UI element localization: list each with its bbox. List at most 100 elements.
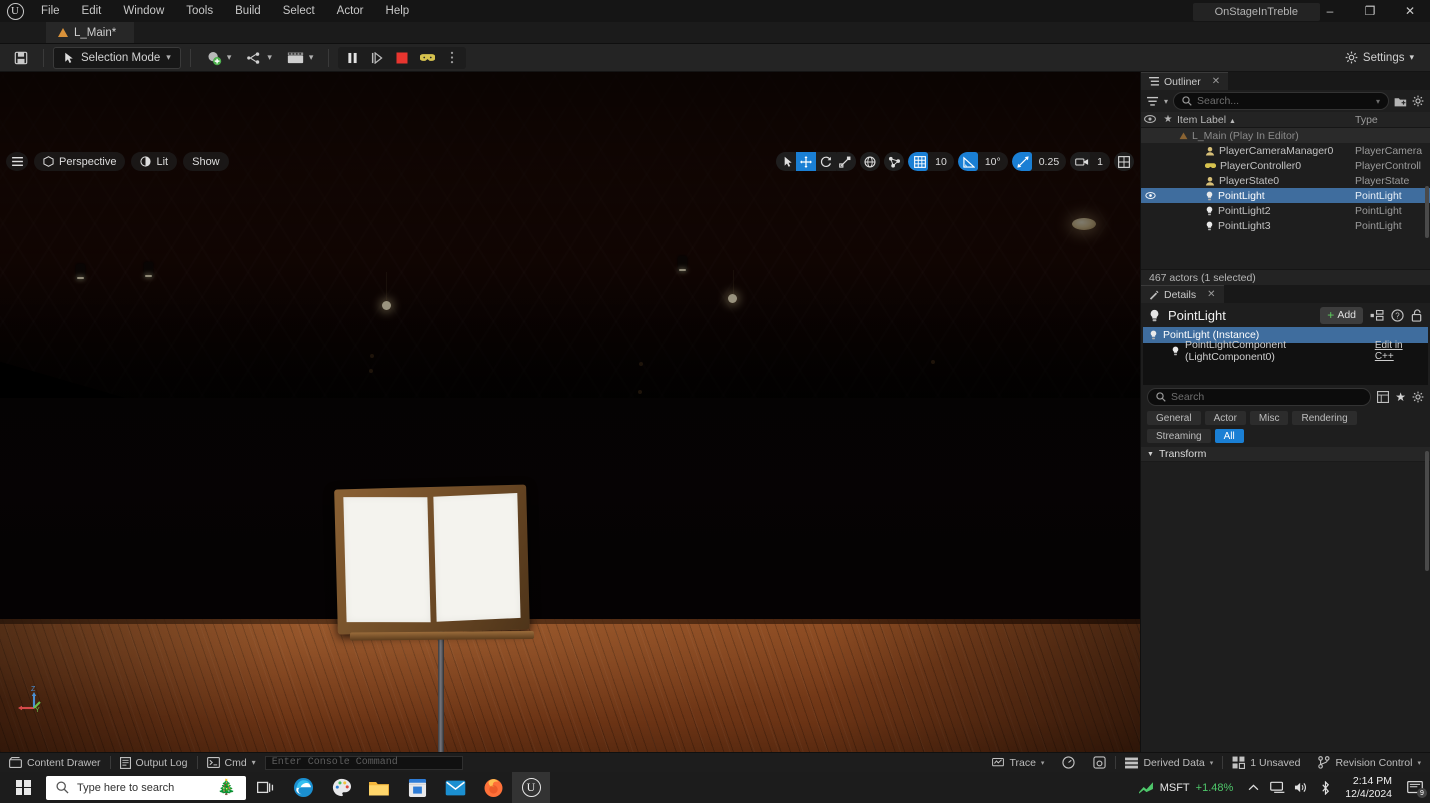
outliner-tree[interactable]: L_Main (Play In Editor) PlayerCameraManag…: [1141, 128, 1430, 269]
more-options-button[interactable]: [440, 48, 464, 68]
menu-build[interactable]: Build: [224, 2, 272, 20]
outliner-row-pointlight2[interactable]: PointLight2 PointLight: [1141, 203, 1430, 218]
columns-icon[interactable]: [1377, 391, 1390, 403]
tab-details[interactable]: Details ✕: [1141, 285, 1224, 303]
christmas-tree-icon[interactable]: 🎄: [217, 780, 236, 795]
surface-snap-button[interactable]: [884, 152, 905, 171]
mail-app-button[interactable]: [436, 772, 474, 803]
details-scrollbar[interactable]: [1425, 451, 1429, 571]
component-layout-icon[interactable]: [1370, 309, 1384, 321]
camera-mode-button[interactable]: Perspective: [34, 152, 126, 171]
menu-window[interactable]: Window: [112, 2, 175, 20]
outliner-row-playerstate0[interactable]: PlayerState0 PlayerState: [1141, 173, 1430, 188]
camera-speed-button[interactable]: [1070, 152, 1091, 171]
start-button[interactable]: [0, 772, 46, 803]
rotate-tool-button[interactable]: [816, 152, 837, 171]
grid-snap-value[interactable]: 10: [928, 152, 954, 171]
category-transform[interactable]: ▼ Transform: [1141, 447, 1430, 462]
filter-chip-general[interactable]: General: [1147, 411, 1201, 425]
taskbar-clock[interactable]: 2:14 PM 12/4/2024: [1337, 775, 1400, 801]
angle-snap-value[interactable]: 10°: [978, 152, 1008, 171]
taskbar-search-input[interactable]: Type here to search 🎄: [46, 775, 246, 800]
settings-button[interactable]: Settings ▾: [1339, 47, 1420, 69]
frame-advance-button[interactable]: [365, 48, 389, 68]
filter-chip-streaming[interactable]: Streaming: [1147, 429, 1211, 443]
menu-edit[interactable]: Edit: [71, 2, 113, 20]
microsoft-store-app-button[interactable]: [398, 772, 436, 803]
angle-snap-button[interactable]: [957, 152, 978, 171]
blueprints-button[interactable]: ▾: [240, 47, 278, 69]
memory-button[interactable]: [1084, 754, 1115, 772]
tab-l-main[interactable]: L_Main*: [46, 21, 135, 43]
add-component-button[interactable]: + Add: [1320, 306, 1363, 324]
filter-chip-all[interactable]: All: [1214, 429, 1244, 443]
maximize-button[interactable]: ❐: [1350, 0, 1390, 22]
star-icon[interactable]: ★: [1159, 114, 1177, 125]
menu-select[interactable]: Select: [272, 2, 326, 20]
output-log-button[interactable]: Output Log: [111, 754, 197, 772]
file-explorer-app-button[interactable]: [360, 772, 398, 803]
select-tool-button[interactable]: [776, 152, 797, 171]
outliner-row-playercontroller0[interactable]: PlayerController0 PlayerControll: [1141, 158, 1430, 173]
performance-button[interactable]: [1053, 754, 1084, 772]
outliner-row-pointlight[interactable]: PointLight PointLight: [1141, 188, 1430, 203]
volume-button[interactable]: [1289, 772, 1313, 803]
menu-tools[interactable]: Tools: [175, 2, 224, 20]
trace-button[interactable]: Trace ▾: [983, 754, 1053, 772]
eye-icon[interactable]: [1141, 114, 1159, 126]
camera-speed-value[interactable]: 1: [1090, 152, 1110, 171]
lighting-mode-button[interactable]: Lit: [131, 152, 178, 171]
column-type[interactable]: Type: [1355, 114, 1430, 126]
component-row[interactable]: PointLightComponent (LightComponent0) Edi…: [1143, 339, 1428, 363]
outliner-row-playercameramanager0[interactable]: PlayerCameraManager0 PlayerCamera: [1141, 143, 1430, 158]
help-icon[interactable]: ?: [1391, 308, 1404, 322]
level-viewport[interactable]: Perspective Lit Show 10 10° 0.25 1 Y Z: [0, 72, 1140, 752]
menu-file[interactable]: File: [30, 2, 71, 20]
save-button[interactable]: [8, 47, 34, 69]
revision-control-button[interactable]: Revision Control ▾: [1309, 754, 1430, 772]
scale-snap-button[interactable]: [1011, 152, 1032, 171]
filter-chip-rendering[interactable]: Rendering: [1292, 411, 1357, 425]
show-flags-button[interactable]: Show: [183, 152, 229, 171]
firefox-app-button[interactable]: [474, 772, 512, 803]
cmd-dropdown[interactable]: Cmd ▾: [198, 754, 265, 772]
row-visibility-toggle[interactable]: [1141, 192, 1159, 199]
outliner-scrollbar[interactable]: [1425, 186, 1429, 238]
filter-icon[interactable]: [1147, 96, 1159, 107]
close-button[interactable]: ✕: [1390, 0, 1430, 22]
column-item-label[interactable]: Item Label ▲: [1177, 114, 1355, 126]
viewport-layout-button[interactable]: [1114, 152, 1134, 171]
translate-tool-button[interactable]: [796, 152, 817, 171]
menu-actor[interactable]: Actor: [326, 2, 375, 20]
stop-button[interactable]: [390, 48, 414, 68]
filter-chip-misc[interactable]: Misc: [1249, 411, 1289, 425]
chevron-down-icon[interactable]: ▾: [1376, 97, 1380, 106]
derived-data-button[interactable]: Derived Data ▾: [1116, 754, 1222, 772]
outliner-search-input[interactable]: Search... ▾: [1173, 92, 1389, 110]
outliner-row-pointlight3[interactable]: PointLight3 PointLight: [1141, 218, 1430, 233]
minimize-button[interactable]: –: [1310, 0, 1350, 22]
property-list[interactable]: ▼ Transform: [1141, 447, 1430, 752]
unlock-icon[interactable]: [1411, 308, 1423, 322]
filter-chip-actor[interactable]: Actor: [1204, 411, 1246, 425]
unreal-logo-icon[interactable]: U: [0, 0, 30, 22]
viewport-menu-button[interactable]: [6, 152, 28, 171]
show-hidden-icons-button[interactable]: [1241, 772, 1265, 803]
settings-gear-icon[interactable]: [1412, 95, 1424, 107]
add-actor-button[interactable]: ▾: [200, 47, 238, 69]
edge-app-button[interactable]: [284, 772, 322, 803]
console-command-input[interactable]: Enter Console Command: [264, 755, 463, 770]
stock-ticker[interactable]: MSFT +1.48%: [1130, 781, 1242, 794]
outliner-row-l_main[interactable]: L_Main (Play In Editor): [1141, 128, 1430, 143]
unsaved-button[interactable]: 1 Unsaved: [1223, 754, 1309, 772]
bluetooth-button[interactable]: [1313, 772, 1337, 803]
component-tree[interactable]: PointLight (Instance) PointLightComponent…: [1143, 327, 1428, 385]
grid-snap-button[interactable]: [908, 152, 929, 171]
new-folder-icon[interactable]: [1394, 96, 1407, 107]
paint-3d-app-button[interactable]: [322, 772, 360, 803]
chevron-down-icon[interactable]: ▾: [1164, 97, 1168, 106]
close-icon[interactable]: ✕: [1212, 76, 1220, 87]
task-view-button[interactable]: [246, 772, 284, 803]
network-button[interactable]: [1265, 772, 1289, 803]
action-center-button[interactable]: 9: [1400, 772, 1430, 803]
